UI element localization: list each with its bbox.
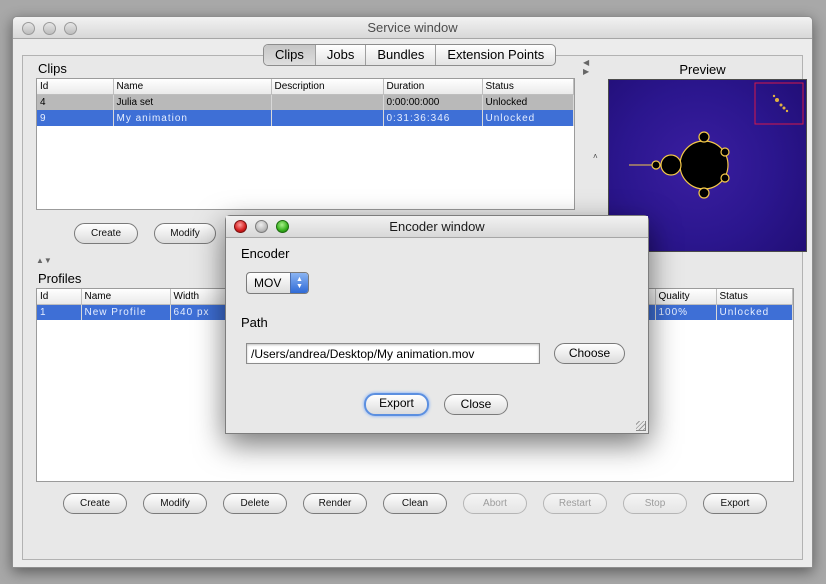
profiles-title: Profiles: [38, 271, 82, 286]
clips-col-name[interactable]: Name: [113, 79, 272, 95]
tab-bundles[interactable]: Bundles: [366, 45, 437, 65]
clips-col-duration[interactable]: Duration: [383, 79, 483, 95]
dialog-title: Encoder window: [389, 219, 485, 234]
window-title: Service window: [367, 20, 458, 35]
resize-grip-icon[interactable]: [636, 421, 646, 431]
delete-button[interactable]: Delete: [223, 493, 287, 514]
clips-row-selected[interactable]: 9 My animation 0:31:36:346 Unlocked: [37, 110, 574, 126]
window-titlebar[interactable]: Service window: [13, 17, 812, 39]
dialog-zoom-button[interactable]: [276, 220, 289, 233]
encoder-select-value: MOV: [254, 276, 282, 290]
render-button[interactable]: Render: [303, 493, 367, 514]
clips-modify-button[interactable]: Modify: [154, 223, 216, 244]
abort-button[interactable]: Abort: [463, 493, 527, 514]
zoom-window-button[interactable]: [64, 22, 77, 35]
encoder-label: Encoder: [241, 246, 290, 261]
clips-create-button[interactable]: Create: [74, 223, 138, 244]
clips-title: Clips: [38, 61, 67, 76]
create-button[interactable]: Create: [63, 493, 127, 514]
path-input[interactable]: [246, 343, 540, 364]
split-arrows-icon[interactable]: ▲▼: [36, 256, 52, 265]
select-arrows-icon: ▲ ▼: [290, 273, 308, 293]
restart-button[interactable]: Restart: [543, 493, 607, 514]
dialog-minimize-button[interactable]: [255, 220, 268, 233]
clips-table: Id Name Description Duration Status 4 Ju…: [36, 78, 575, 210]
tab-clips[interactable]: Clips: [264, 45, 316, 65]
dialog-close-button[interactable]: [234, 220, 247, 233]
encoder-select[interactable]: MOV ▲ ▼: [246, 272, 309, 294]
clips-col-status[interactable]: Status: [482, 79, 574, 95]
profiles-col-id[interactable]: Id: [37, 289, 82, 305]
preview-title: Preview: [679, 62, 726, 77]
tab-bar: Clips Jobs Bundles Extension Points: [263, 44, 557, 66]
choose-button[interactable]: Choose: [554, 343, 625, 364]
encoder-dialog: Encoder window Encoder MOV ▲▼ Path Choos…: [225, 215, 649, 434]
clips-row[interactable]: 4 Julia set 0:00:00:000 Unlocked: [37, 94, 574, 110]
path-label: Path: [241, 315, 268, 330]
profiles-col-status[interactable]: Status: [716, 289, 793, 305]
tab-jobs[interactable]: Jobs: [316, 45, 367, 65]
clips-col-description[interactable]: Description: [271, 79, 384, 95]
minimize-window-button[interactable]: [43, 22, 56, 35]
clips-col-id[interactable]: Id: [37, 79, 114, 95]
dialog-export-button[interactable]: Export: [364, 393, 429, 416]
modify-button[interactable]: Modify: [143, 493, 207, 514]
profiles-col-quality[interactable]: Quality: [655, 289, 717, 305]
close-window-button[interactable]: [22, 22, 35, 35]
export-button[interactable]: Export: [703, 493, 767, 514]
profiles-col-name[interactable]: Name: [81, 289, 171, 305]
collapse-arrows-icon[interactable]: ◀ ▶: [583, 58, 589, 76]
pane-divider-handle-icon[interactable]: ˄: [593, 152, 598, 161]
clean-button[interactable]: Clean: [383, 493, 447, 514]
dialog-titlebar[interactable]: Encoder window: [226, 216, 648, 238]
dialog-close-text-button[interactable]: Close: [444, 394, 508, 415]
stop-button[interactable]: Stop: [623, 493, 687, 514]
tab-extension-points[interactable]: Extension Points: [436, 45, 555, 65]
